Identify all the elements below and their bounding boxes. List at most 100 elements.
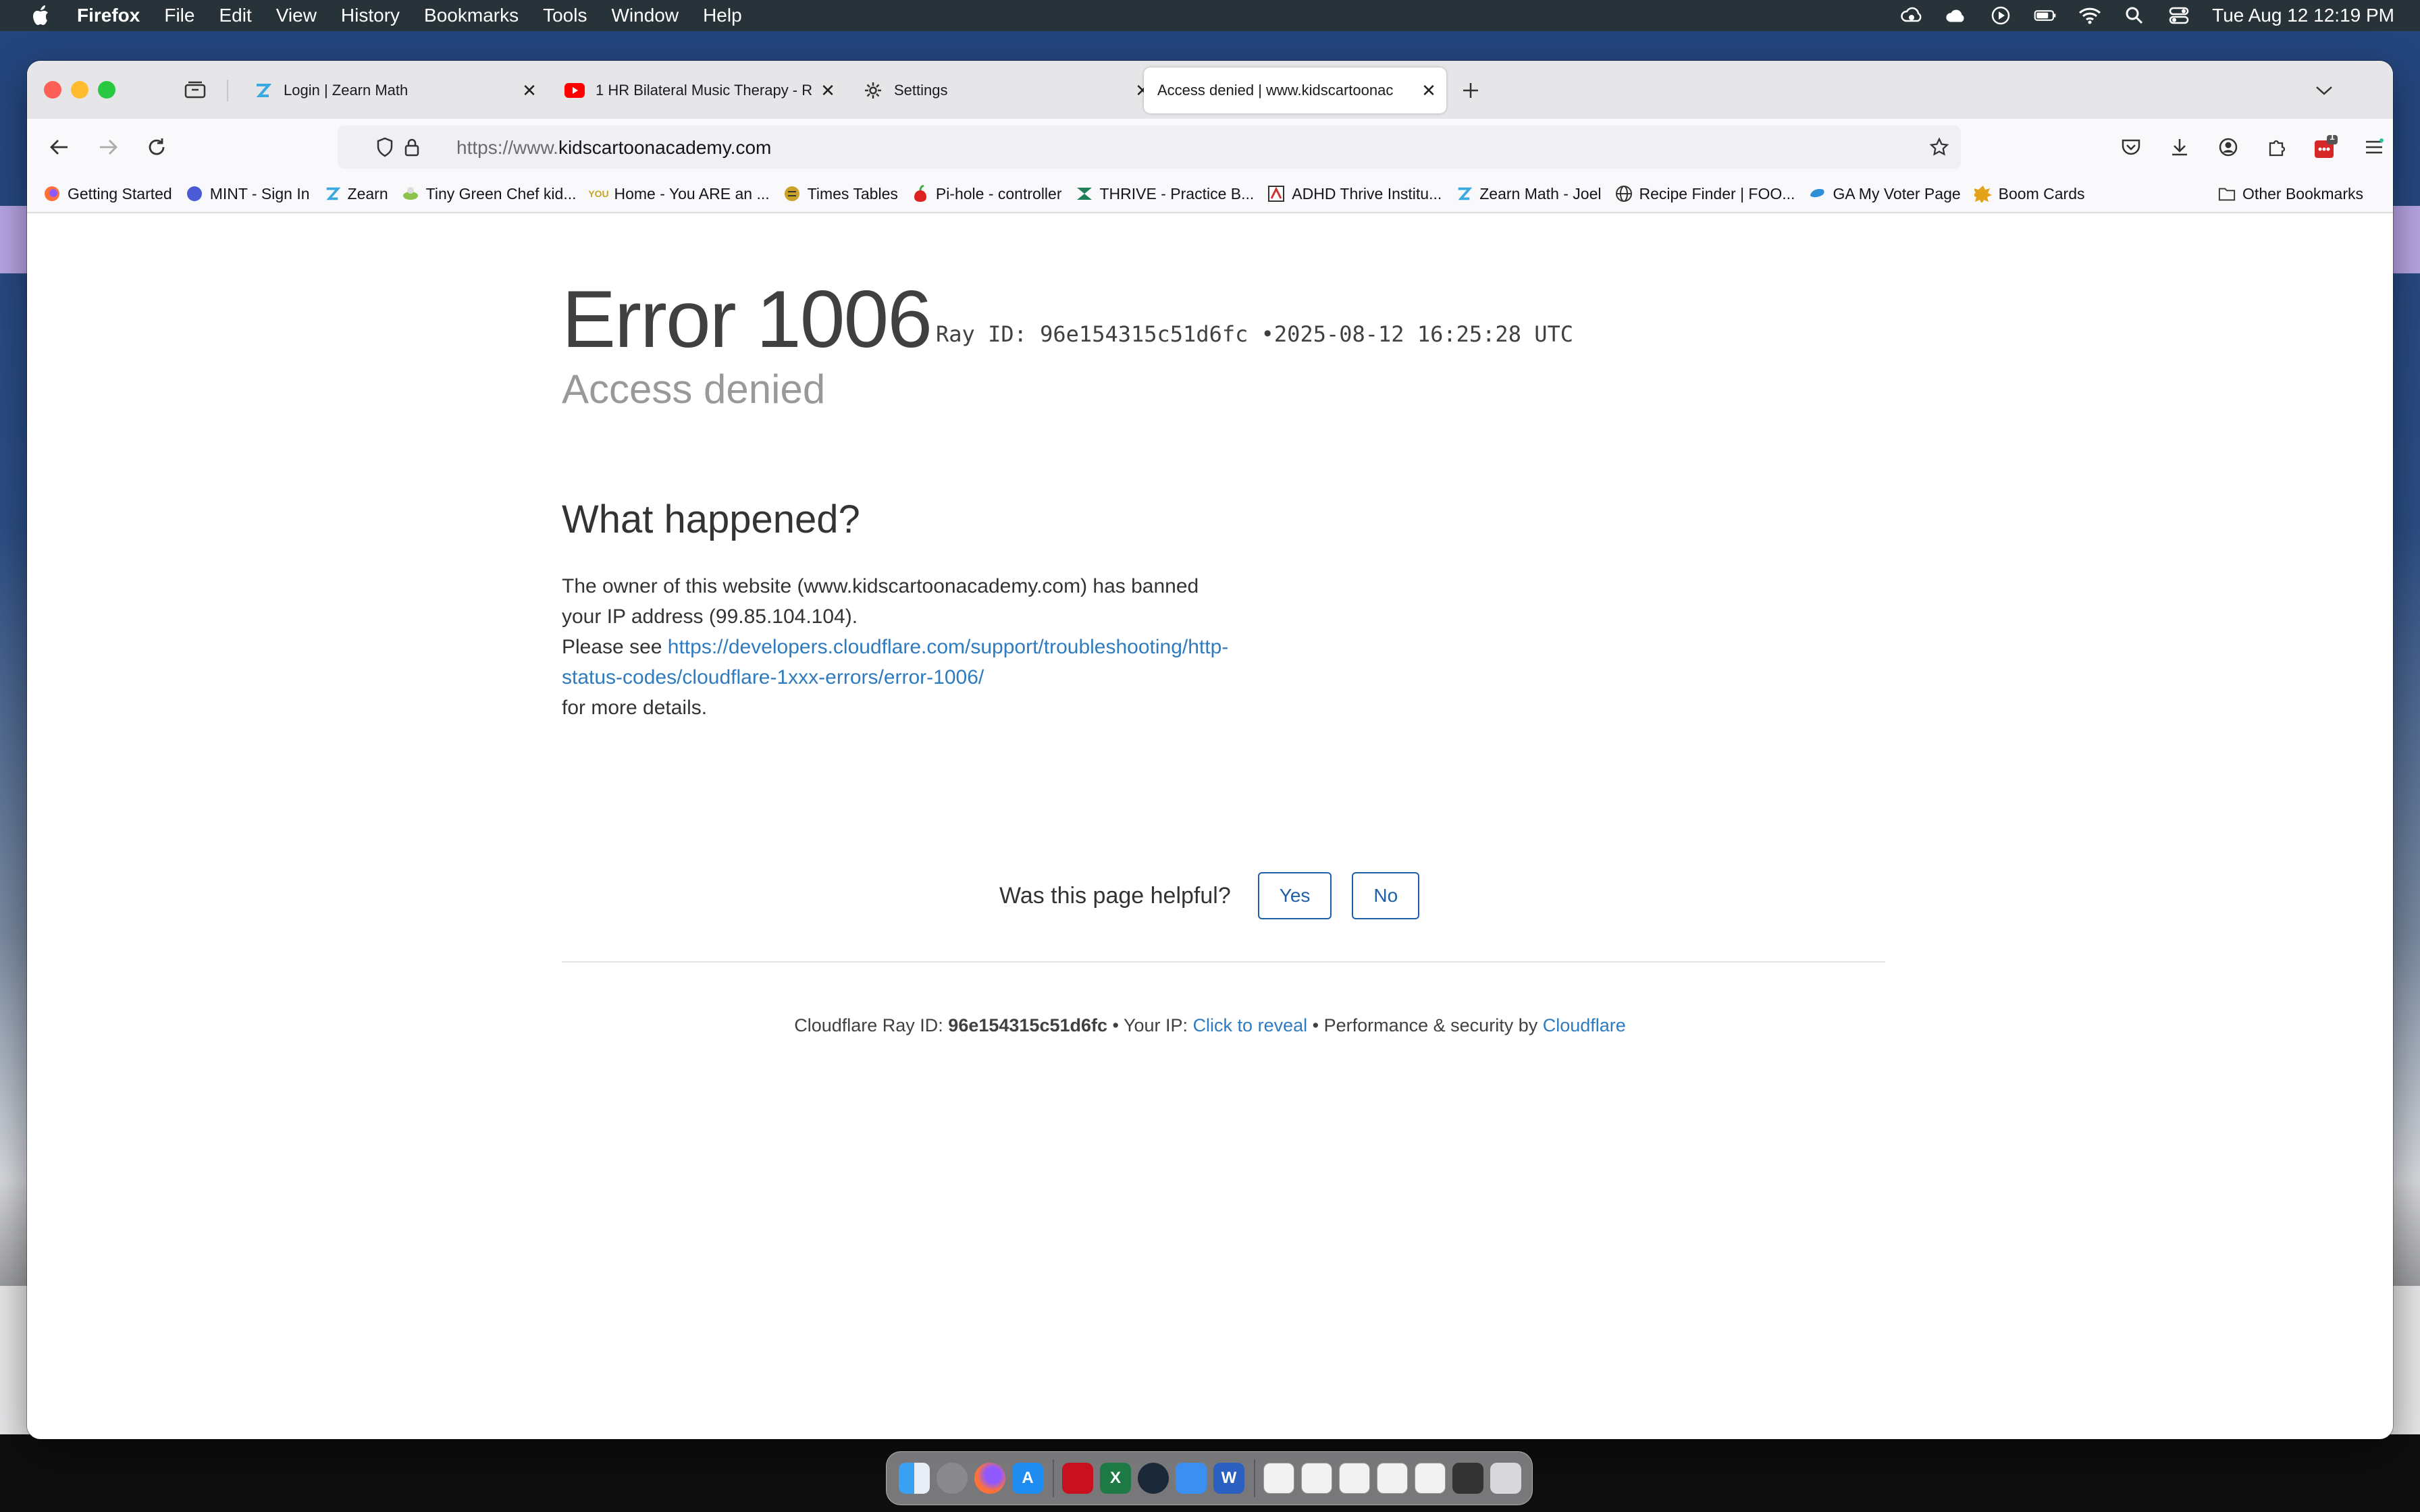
ban-explanation: The owner of this website (www.kidscarto…: [562, 575, 1199, 628]
extensions-puzzle-icon[interactable]: [2262, 132, 2292, 162]
bookmark-thrive-practice[interactable]: THRIVE - Practice B...: [1076, 185, 1254, 203]
list-all-tabs-chevron-icon[interactable]: [2311, 77, 2338, 104]
document-thumbnail-icon[interactable]: [1263, 1463, 1294, 1494]
firefox-icon: [43, 185, 61, 202]
menu-app-firefox[interactable]: Firefox: [77, 5, 140, 26]
tab-youtube-music[interactable]: 1 HR Bilateral Music Therapy - R ✕: [548, 68, 845, 113]
firefox-view-icon[interactable]: [182, 77, 208, 103]
back-arrow-icon[interactable]: [45, 132, 74, 162]
trash-icon[interactable]: [1490, 1463, 1521, 1494]
bookmark-label: Pi-hole - controller: [935, 184, 1062, 202]
menu-clock[interactable]: Tue Aug 12 12:19 PM: [2212, 5, 2394, 26]
close-tab-icon[interactable]: ✕: [816, 78, 840, 103]
feedback-yes-button[interactable]: Yes: [1257, 872, 1332, 919]
pocket-icon[interactable]: [2116, 132, 2146, 162]
bookmark-mint[interactable]: MINT - Sign In: [186, 185, 310, 203]
cloudflare-link[interactable]: Cloudflare: [1543, 1015, 1626, 1035]
ray-id-header: Ray ID: 96e154315c51d6fc •2025-08-12 16:…: [936, 321, 1573, 347]
please-see-text: Please see: [562, 636, 668, 658]
cloudflare-footer: Cloudflare Ray ID: 96e154315c51d6fc • Yo…: [27, 1015, 2393, 1036]
menu-edit[interactable]: Edit: [219, 5, 251, 26]
excel-icon[interactable]: X: [1100, 1463, 1131, 1494]
menu-history[interactable]: History: [341, 5, 400, 26]
reload-icon[interactable]: [142, 132, 172, 162]
bookmark-label: Home - You ARE an ...: [614, 184, 770, 202]
tab-settings[interactable]: Settings ✕: [847, 68, 1160, 113]
wifi-icon[interactable]: [2078, 4, 2101, 27]
reveal-ip-link[interactable]: Click to reveal: [1193, 1015, 1308, 1035]
bookmark-zearn-math-joel[interactable]: Zearn Math - Joel: [1455, 184, 1602, 203]
document-thumbnail-icon[interactable]: [1377, 1463, 1408, 1494]
screenshot-thumbnail-icon[interactable]: [1452, 1463, 1483, 1494]
close-tab-icon[interactable]: ✕: [1417, 78, 1441, 103]
dock-separator: [1254, 1459, 1255, 1497]
document-thumbnail-icon[interactable]: [1415, 1463, 1446, 1494]
address-bar[interactable]: https://www.kidscartoonacademy.com: [338, 126, 1961, 169]
zearn-icon: [253, 80, 273, 101]
helpful-question: Was this page helpful?: [999, 882, 1231, 909]
url-text[interactable]: https://www.kidscartoonacademy.com: [456, 137, 771, 159]
acrobat-icon[interactable]: [1062, 1463, 1093, 1494]
menu-tools[interactable]: Tools: [543, 5, 587, 26]
bookmark-star-icon[interactable]: [1927, 135, 1951, 159]
menu-window[interactable]: Window: [611, 5, 679, 26]
thrive-icon: [1076, 185, 1093, 202]
tab-label: Login | Zearn Math: [284, 82, 409, 99]
menu-view[interactable]: View: [276, 5, 317, 26]
zoom-window-button[interactable]: [98, 81, 115, 99]
feedback-no-button[interactable]: No: [1352, 872, 1420, 919]
bookmark-times-tables[interactable]: Times Tables: [783, 185, 898, 203]
folder-icon: [2218, 185, 2236, 202]
bookmark-recipe-finder[interactable]: Recipe Finder | FOO...: [1615, 185, 1795, 203]
bookmark-ga-voter[interactable]: GA My Voter Page: [1808, 185, 1961, 203]
document-thumbnail-icon[interactable]: [1301, 1463, 1332, 1494]
apple-icon[interactable]: [27, 4, 57, 27]
bookmark-adhd-thrive[interactable]: ADHD Thrive Institu...: [1267, 185, 1442, 203]
bookmark-label: Getting Started: [68, 184, 172, 202]
mail-icon[interactable]: [1176, 1463, 1207, 1494]
control-center-icon[interactable]: [2167, 4, 2190, 27]
minimize-window-button[interactable]: [71, 81, 88, 99]
bookmark-pihole[interactable]: Pi-hole - controller: [912, 185, 1062, 203]
forward-arrow-icon[interactable]: [93, 132, 123, 162]
bookmark-boom-cards[interactable]: Boom Cards: [1974, 185, 2084, 203]
divider: [562, 961, 1885, 963]
close-window-button[interactable]: [44, 81, 61, 99]
ray-id-label: Ray ID: 96e154315c51d6fc: [936, 321, 1248, 347]
app-menu-hamburger-icon[interactable]: [2359, 132, 2389, 162]
word-icon[interactable]: W: [1213, 1463, 1244, 1494]
bookmark-you-are-an[interactable]: YOU Home - You ARE an ...: [588, 184, 770, 203]
bookmark-getting-started[interactable]: Getting Started: [43, 185, 172, 203]
finder-icon[interactable]: [899, 1463, 930, 1494]
steam-icon[interactable]: [1138, 1463, 1169, 1494]
new-tab-button[interactable]: [1457, 77, 1484, 104]
bookmark-label: Times Tables: [807, 184, 898, 202]
extension-badge-icon[interactable]: 1: [2311, 131, 2340, 162]
play-icon[interactable]: [1989, 4, 2012, 27]
menu-help[interactable]: Help: [703, 5, 742, 26]
tab-access-denied[interactable]: Access denied | www.kidscartoonac ✕: [1144, 68, 1446, 113]
error-timestamp: 2025-08-12 16:25:28 UTC: [1273, 321, 1574, 347]
menu-bookmarks[interactable]: Bookmarks: [424, 5, 519, 26]
battery-icon[interactable]: [2034, 4, 2057, 27]
bookmark-tiny-green-chef[interactable]: Tiny Green Chef kid...: [402, 185, 577, 203]
account-icon[interactable]: [2213, 132, 2243, 162]
bookmark-zearn[interactable]: Zearn: [323, 185, 388, 203]
url-domain: kidscartoonacademy.com: [558, 137, 772, 158]
app-store-icon[interactable]: A: [1012, 1463, 1043, 1494]
icloud-icon[interactable]: [1945, 4, 1968, 27]
bookmark-label: Zearn Math - Joel: [1479, 184, 1602, 202]
lock-icon[interactable]: [400, 135, 424, 159]
menu-file[interactable]: File: [164, 5, 194, 26]
other-bookmarks-folder[interactable]: Other Bookmarks: [2218, 185, 2363, 203]
tab-zearn-login[interactable]: Login | Zearn Math ✕: [236, 68, 547, 113]
footer-ray-id: 96e154315c51d6fc: [948, 1015, 1108, 1035]
system-settings-icon[interactable]: [937, 1463, 968, 1494]
firefox-dock-icon[interactable]: [974, 1463, 1005, 1494]
document-thumbnail-icon[interactable]: [1339, 1463, 1370, 1494]
close-tab-icon[interactable]: ✕: [517, 78, 542, 103]
tracking-protection-shield-icon[interactable]: [373, 135, 397, 159]
downloads-icon[interactable]: [2165, 132, 2194, 162]
cloud-sync-icon[interactable]: [1900, 4, 1923, 27]
spotlight-search-icon[interactable]: [2123, 4, 2146, 27]
